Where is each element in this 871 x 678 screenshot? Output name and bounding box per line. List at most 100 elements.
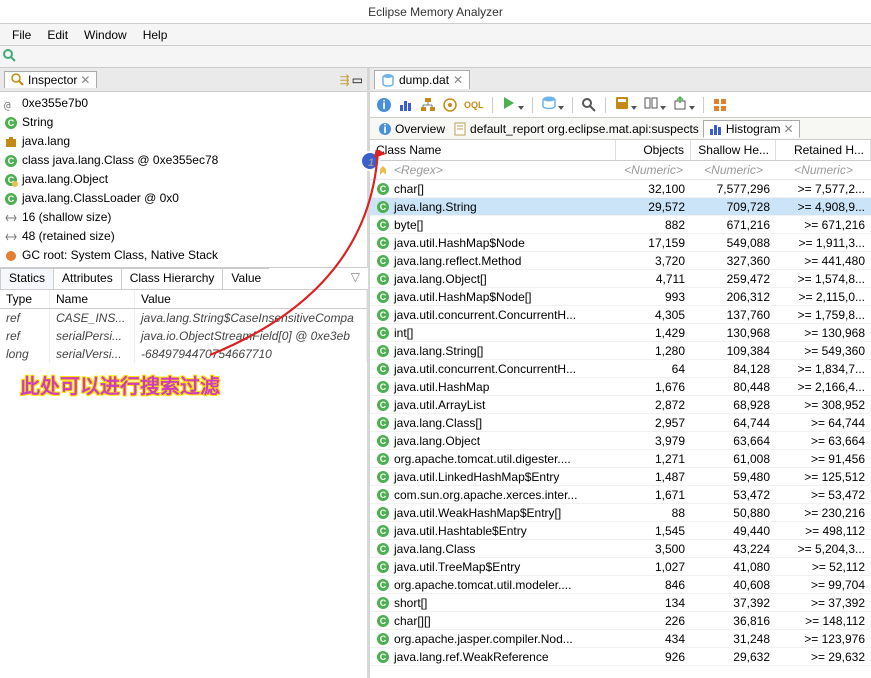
histogram-row[interactable]: Cjava.lang.Class[]2,95764,744>= 64,744 [370,414,871,432]
filter-retained[interactable]: <Numeric> [776,161,871,179]
main-toolbar [0,46,871,68]
oql-icon[interactable]: OQL [464,100,484,110]
class-icon: C [376,506,390,520]
col-value[interactable]: Value [135,290,367,308]
reports-icon[interactable] [712,97,728,113]
threads-icon[interactable] [442,97,458,113]
search-icon[interactable] [2,48,18,64]
calc-icon[interactable] [614,95,637,114]
histogram-row[interactable]: Cint[]1,429130,968>= 130,968 [370,324,871,342]
inspector-row[interactable]: GC root: System Class, Native Stack [4,246,363,265]
inspector-row[interactable]: @0xe355e7b0 [4,94,363,113]
histogram-row[interactable]: Cjava.util.concurrent.ConcurrentH...6484… [370,360,871,378]
histogram-row[interactable]: Corg.apache.tomcat.util.modeler....84640… [370,576,871,594]
menu-help[interactable]: Help [135,28,176,42]
histogram-row[interactable]: Corg.apache.tomcat.util.digester....1,27… [370,450,871,468]
svg-text:C: C [380,400,387,410]
close-icon[interactable]: ✕ [453,73,463,87]
col-type[interactable]: Type [0,290,50,308]
col-objects[interactable]: Objects [616,140,691,160]
inspector-row[interactable]: Cclass java.lang.Class @ 0xe355ec78 [4,151,363,170]
histogram-row[interactable]: Cjava.lang.Object[]4,711259,472>= 1,574,… [370,270,871,288]
tab-value[interactable]: Value [222,268,270,289]
class-name-cell: short[] [394,596,427,610]
inspector-row[interactable]: 48 (retained size) [4,227,363,246]
histogram-row[interactable]: Cjava.util.WeakHashMap$Entry[]8850,880>=… [370,504,871,522]
menu-edit[interactable]: Edit [39,28,76,42]
histogram-row[interactable]: Cjava.util.TreeMap$Entry1,02741,080>= 52… [370,558,871,576]
histogram-row[interactable]: Ccom.sun.org.apache.xerces.inter...1,671… [370,486,871,504]
histogram-row[interactable]: Cjava.lang.ref.WeakReference92629,632>= … [370,648,871,666]
filter-row[interactable]: 1 <Regex> <Numeric> <Numeric> <Numeric> [370,161,871,180]
inspector-row[interactable]: java.lang [4,132,363,151]
run-icon[interactable] [501,95,524,114]
menu-window[interactable]: Window [76,28,135,42]
export-icon[interactable] [672,95,695,114]
class-icon: C [376,632,390,646]
retained-cell: >= 549,360 [776,342,871,359]
histogram-row[interactable]: Cjava.lang.reflect.Method3,720327,360>= … [370,252,871,270]
histogram-row[interactable]: Cjava.util.ArrayList2,87268,928>= 308,95… [370,396,871,414]
histogram-row[interactable]: Cchar[]32,1007,577,296>= 7,577,2... [370,180,871,198]
filter-objects[interactable]: <Numeric> [616,161,691,179]
inspector-row[interactable]: Cjava.lang.ClassLoader @ 0x0 [4,189,363,208]
objects-cell: 1,027 [616,558,691,575]
col-retained[interactable]: Retained H... [776,140,871,160]
inspector-row[interactable]: Cjava.lang.Object [4,170,363,189]
tree-icon[interactable] [420,97,436,113]
inspector-subtabs: Statics Attributes Class Hierarchy Value… [0,268,367,290]
histogram-row[interactable]: Cjava.util.HashMap$Node[]993206,312>= 2,… [370,288,871,306]
tab-attributes[interactable]: Attributes [53,268,122,289]
objects-cell: 29,572 [616,198,691,215]
crumb-report[interactable]: default_report org.eclipse.mat.api:suspe… [449,122,703,136]
editor-tab[interactable]: dump.dat ✕ [374,70,470,89]
filter-shallow[interactable]: <Numeric> [691,161,776,179]
tab-class-hierarchy[interactable]: Class Hierarchy [121,268,224,289]
histogram-row[interactable]: Cshort[]13437,392>= 37,392 [370,594,871,612]
close-icon[interactable]: ✕ [784,122,794,136]
histogram-row[interactable]: Cjava.util.HashMap1,67680,448>= 2,166,4.… [370,378,871,396]
histogram-row[interactable]: Cjava.lang.Class3,50043,224>= 5,204,3... [370,540,871,558]
histogram-row[interactable]: Cjava.lang.String[]1,280109,384>= 549,36… [370,342,871,360]
crumb-overview[interactable]: i Overview [374,122,449,136]
tab-statics[interactable]: Statics [0,268,54,289]
info-icon[interactable]: i [376,97,392,113]
svg-text:C: C [380,472,387,482]
crumb-histogram[interactable]: Histogram ✕ [703,120,800,138]
inspector-row[interactable]: 16 (shallow size) [4,208,363,227]
class-icon: C [376,650,390,664]
shallow-cell: 80,448 [691,378,776,395]
view-menu-icon[interactable]: ▽ [343,268,368,289]
histogram-row[interactable]: Cjava.util.concurrent.ConcurrentH...4,30… [370,306,871,324]
col-shallow[interactable]: Shallow He... [691,140,776,160]
inspector-tab[interactable]: Inspector ✕ [4,71,97,88]
close-icon[interactable]: ✕ [80,73,90,87]
histogram-body[interactable]: Cchar[]32,1007,577,296>= 7,577,2...Cjava… [370,180,871,678]
menu-file[interactable]: File [4,28,39,42]
histogram-row[interactable]: Cjava.util.LinkedHashMap$Entry1,48759,48… [370,468,871,486]
property-row[interactable]: refCASE_INS...java.lang.String$CaseInsen… [0,309,367,327]
pin-icon[interactable]: ⇶ [340,73,350,87]
histogram-row[interactable]: Cjava.lang.Object3,97963,664>= 63,664 [370,432,871,450]
filter-regex[interactable]: <Regex> [394,163,443,177]
property-row[interactable]: longserialVersi...-6849794470754667710 [0,345,367,363]
objects-cell: 1,429 [616,324,691,341]
histogram-row[interactable]: Corg.apache.jasper.compiler.Nod...43431,… [370,630,871,648]
col-class-name[interactable]: Class Name [370,140,616,160]
histogram-icon[interactable] [398,97,414,113]
find-icon[interactable] [581,97,597,113]
histogram-row[interactable]: Cjava.lang.String29,572709,728>= 4,908,9… [370,198,871,216]
histogram-row[interactable]: Cchar[][]22636,816>= 148,112 [370,612,871,630]
histogram-row[interactable]: Cjava.util.HashMap$Node17,159549,088>= 1… [370,234,871,252]
histogram-row[interactable]: Cjava.util.Hashtable$Entry1,54549,440>= … [370,522,871,540]
property-row[interactable]: refserialPersi...java.io.ObjectStreamFie… [0,327,367,345]
objects-cell: 882 [616,216,691,233]
compare-icon[interactable] [643,95,666,114]
col-name[interactable]: Name [50,290,135,308]
inspector-row[interactable]: CString [4,113,363,132]
retained-cell: >= 308,952 [776,396,871,413]
query-icon[interactable] [541,95,564,114]
menu-bar: File Edit Window Help [0,24,871,46]
minimize-icon[interactable]: ▭ [352,73,363,87]
histogram-row[interactable]: Cbyte[]882671,216>= 671,216 [370,216,871,234]
